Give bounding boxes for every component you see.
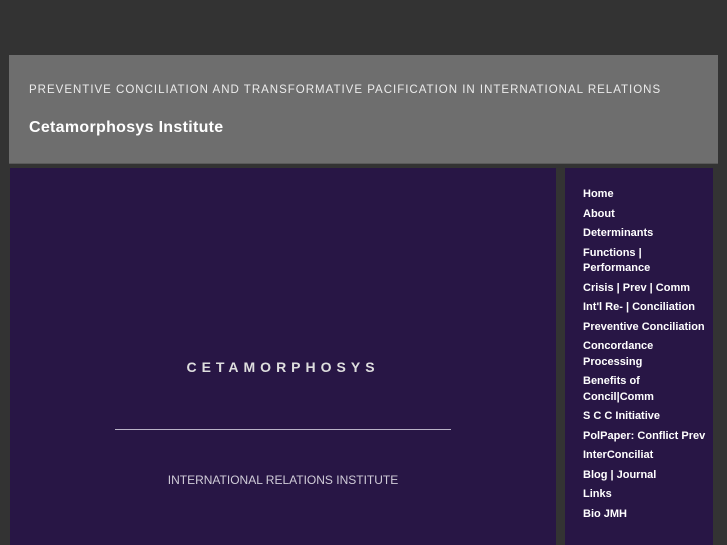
nav-link-benefits[interactable]: Benefits of Concil|Comm xyxy=(583,374,708,405)
nav-link-links[interactable]: Links xyxy=(583,487,708,503)
nav-item-links: Links xyxy=(583,487,713,503)
nav-link-functions-performance[interactable]: Functions | Performance xyxy=(583,246,708,277)
nav-item-home: Home xyxy=(583,187,713,203)
nav-link-preventive-conciliation[interactable]: Preventive Conciliation xyxy=(583,320,708,336)
nav-link-blog-journal[interactable]: Blog | Journal xyxy=(583,468,708,484)
nav-list: Home About Determinants Functions | Perf… xyxy=(565,168,713,522)
nav-link-intl-reconciliation[interactable]: Int'l Re- | Conciliation xyxy=(583,300,708,316)
nav-item-intl-reconciliation: Int'l Re- | Conciliation xyxy=(583,300,713,316)
nav-item-determinants: Determinants xyxy=(583,226,713,242)
site-header: PREVENTIVE CONCILIATION AND TRANSFORMATI… xyxy=(9,55,718,164)
nav-link-interconciliat[interactable]: InterConciliat xyxy=(583,448,708,464)
nav-item-about: About xyxy=(583,207,713,223)
nav-link-about[interactable]: About xyxy=(583,207,708,223)
nav-item-blog-journal: Blog | Journal xyxy=(583,468,713,484)
hero-divider xyxy=(115,429,451,430)
nav-item-benefits: Benefits of Concil|Comm xyxy=(583,374,713,405)
nav-item-crisis-prev-comm: Crisis | Prev | Comm xyxy=(583,281,713,297)
sidebar-nav: Home About Determinants Functions | Perf… xyxy=(565,168,713,545)
nav-item-preventive-conciliation: Preventive Conciliation xyxy=(583,320,713,336)
site-tagline: PREVENTIVE CONCILIATION AND TRANSFORMATI… xyxy=(29,84,662,96)
nav-link-crisis-prev-comm[interactable]: Crisis | Prev | Comm xyxy=(583,281,708,297)
hero-subtitle: INTERNATIONAL RELATIONS INSTITUTE xyxy=(167,473,399,487)
nav-item-scc-initiative: S C C Initiative xyxy=(583,409,713,425)
nav-link-determinants[interactable]: Determinants xyxy=(583,226,708,242)
nav-link-scc-initiative[interactable]: S C C Initiative xyxy=(583,409,708,425)
nav-link-concordance-processing[interactable]: Concordance Processing xyxy=(583,339,708,370)
nav-link-home[interactable]: Home xyxy=(583,187,708,203)
main-content: CETAMORPHOSYS INTERNATIONAL RELATIONS IN… xyxy=(10,168,556,545)
nav-item-interconciliat: InterConciliat xyxy=(583,448,713,464)
nav-link-polpaper[interactable]: PolPaper: Conflict Prev xyxy=(583,429,708,445)
site-title-link[interactable]: Cetamorphosys Institute xyxy=(29,119,224,137)
nav-item-functions-performance: Functions | Performance xyxy=(583,246,713,277)
hero-title: CETAMORPHOSYS xyxy=(186,359,380,375)
nav-link-bio-jmh[interactable]: Bio JMH xyxy=(583,507,708,523)
nav-item-bio-jmh: Bio JMH xyxy=(583,507,713,523)
nav-item-concordance-processing: Concordance Processing xyxy=(583,339,713,370)
nav-item-polpaper: PolPaper: Conflict Prev xyxy=(583,429,713,445)
